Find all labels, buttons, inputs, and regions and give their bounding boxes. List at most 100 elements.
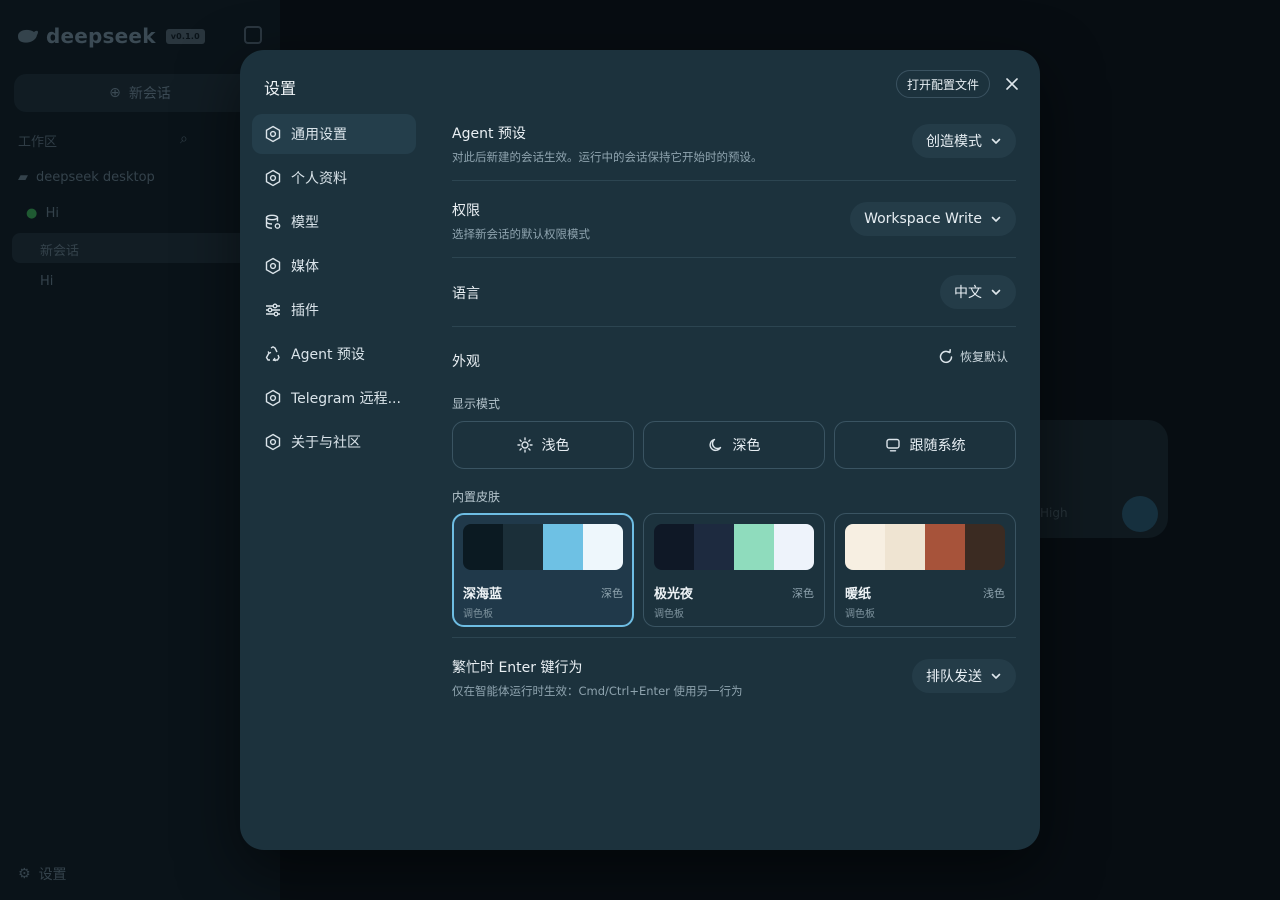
sidebar-toggle-icon[interactable] [244,26,262,44]
appearance-section: 外观 恢复默认 显示模式 浅色 深色 跟随系统 内置皮肤 深海蓝 深色 调色板 … [452,327,1016,637]
agent-preset-row: Agent 预设 对此后新建的会话生效。运行中的会话保持它开始时的预设。 创造模… [452,114,1016,180]
session-label: Hi [45,206,59,221]
gear-icon [265,169,281,187]
project-name: deepseek desktop [36,170,155,185]
version-badge: v0.1.0 [165,28,205,44]
skins-group: 深海蓝 深色 调色板 极光夜 深色 调色板 暖纸 浅色 调色板 [452,513,1016,627]
workspace-label: 工作区 [18,135,58,150]
language-title: 语言 [452,286,480,302]
skin-mode: 深色 [601,587,623,600]
nav-item-about[interactable]: 关于与社区 [252,422,416,462]
gear-icon [265,257,281,275]
nav-item-label: 通用设置 [291,127,347,143]
project-item[interactable]: ▰ deepseek desktop [18,170,155,185]
folder-icon: ▰ [18,170,28,185]
chevron-down-icon [991,216,1001,222]
database-gear-icon [265,214,281,229]
nav-item-label: 模型 [291,215,319,231]
palette-swatch [965,524,1005,570]
palette-swatch [503,524,543,570]
permission-value: Workspace Write [864,211,982,227]
skin-subtitle: 调色板 [654,609,684,620]
mode-dark-label: 深色 [732,438,761,454]
session-status-dot: ● [26,206,38,221]
logo-text: deepseek [46,24,156,48]
language-dropdown[interactable]: 中文 [940,275,1016,309]
session-item[interactable]: ● Hi [26,206,59,221]
workspace-search-icon[interactable]: ⌕ [180,131,188,147]
skin-palette [654,524,814,570]
chevron-down-icon [991,138,1001,144]
busy-enter-row: 繁忙时 Enter 键行为 仅在智能体运行时生效：Cmd/Ctrl+Enter … [452,638,1016,718]
palette-swatch [885,524,925,570]
monitor-icon [885,438,900,452]
refresh-icon [939,348,953,363]
palette-swatch [925,524,965,570]
sidebar-settings-button[interactable]: ⚙ 设置 [18,864,67,884]
palette-swatch [543,524,583,570]
whale-logo-icon [18,29,38,43]
nav-item-media[interactable]: 媒体 [252,246,416,286]
gear-icon: ⚙ [18,866,31,882]
mode-light-button[interactable]: 浅色 [452,421,634,469]
gear-icon [265,125,281,143]
gear-icon [265,389,281,407]
palette-swatch [583,524,623,570]
modal-title: 设置 [264,79,297,98]
skin-card-warm-paper[interactable]: 暖纸 浅色 调色板 [834,513,1016,627]
agent-preset-dropdown[interactable]: 创造模式 [912,124,1016,158]
nav-item-label: 媒体 [291,259,319,275]
settings-content: Agent 预设 对此后新建的会话生效。运行中的会话保持它开始时的预设。 创造模… [452,114,1016,718]
palette-swatch [654,524,694,570]
sliders-icon [266,303,280,317]
language-row: 语言 中文 [452,258,1016,326]
display-mode-label: 显示模式 [452,397,501,411]
new-chat-button[interactable]: ⊕ 新会话 [14,74,266,112]
close-button[interactable] [1002,74,1022,94]
open-config-button[interactable]: 打开配置文件 [896,70,991,98]
nav-item-general[interactable]: 通用设置 [252,114,416,154]
mode-dark-button[interactable]: 深色 [643,421,825,469]
skin-subtitle: 调色板 [463,609,493,620]
composer-background: High [1040,420,1168,538]
new-chat-label: 新会话 [128,86,171,102]
nav-item-label: Agent 预设 [291,347,365,363]
recycle-icon [265,346,280,362]
palette-swatch [845,524,885,570]
skin-name: 极光夜 [654,587,694,602]
mode-system-label: 跟随系统 [909,438,966,454]
gear-icon [265,433,281,451]
busy-enter-dropdown[interactable]: 排队发送 [912,659,1016,693]
palette-swatch [463,524,503,570]
nav-item-model[interactable]: 模型 [252,202,416,242]
skin-subtitle: 调色板 [845,609,875,620]
nav-item-agent-preset[interactable]: Agent 预设 [252,334,416,374]
session-item[interactable]: Hi [40,274,53,289]
restore-default-label: 恢复默认 [959,350,1008,364]
settings-nav: 通用设置 个人资料 模型 媒体 插件 Agent 预设 Telegram 远程.… [252,114,416,466]
palette-swatch [734,524,774,570]
session-item[interactable]: 新会话 [40,240,79,259]
send-button[interactable] [1122,496,1158,532]
busy-enter-value: 排队发送 [926,669,982,685]
agent-preset-value: 创造模式 [926,134,982,150]
permission-dropdown[interactable]: Workspace Write [850,202,1016,236]
chevron-down-icon [991,289,1001,295]
skin-palette [845,524,1005,570]
mode-system-button[interactable]: 跟随系统 [834,421,1016,469]
composer-effort-label: High [1040,506,1068,520]
nav-item-label: 插件 [291,303,319,319]
close-icon [1006,78,1018,90]
plus-icon: ⊕ [109,85,121,101]
permission-row: 权限 选择新会话的默认权限模式 Workspace Write [452,181,1016,257]
restore-default-button[interactable]: 恢复默认 [938,348,1008,365]
nav-item-profile[interactable]: 个人资料 [252,158,416,198]
skin-card-deep-sea[interactable]: 深海蓝 深色 调色板 [452,513,634,627]
nav-item-plugins[interactable]: 插件 [252,290,416,330]
settings-modal: 设置 打开配置文件 通用设置 个人资料 模型 媒体 插件 Agent 预设 Te… [240,50,1040,850]
moon-icon [708,438,721,452]
nav-item-telegram[interactable]: Telegram 远程... [252,378,416,418]
skin-card-aurora-night[interactable]: 极光夜 深色 调色板 [643,513,825,627]
language-value: 中文 [954,285,982,301]
sun-icon [516,437,533,453]
